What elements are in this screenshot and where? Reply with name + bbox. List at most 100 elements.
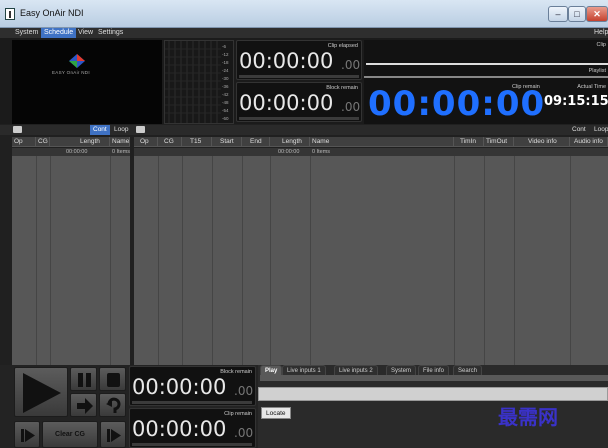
play-icon [23,373,61,413]
skip-next-icon [107,429,121,442]
col-op: Op [134,137,158,147]
bottom-block-remain-timer: Block remain 00:00:00 .00 [129,366,256,406]
right-cont-toggle[interactable]: Cont [572,125,586,135]
row-name: 0 Items [312,149,331,155]
col-t15: T15 [182,137,212,147]
vu-scale-label: -24 [222,68,229,73]
col-length: Length [270,137,310,147]
arrow-right-icon [77,398,93,414]
tab-file-info[interactable]: File info [418,365,450,375]
row-length: 00:00:00 [278,149,300,155]
right-table-body[interactable] [134,156,608,365]
vu-scale-label: -30 [222,76,229,81]
clip-elapsed-timer: Clip elapsed 00:00:00 .00 [236,40,362,80]
col-timout: TimOut [484,137,514,147]
right-loop-toggle[interactable]: Loop [594,125,608,135]
title-bar: Easy OnAir NDI – □ ✕ [0,0,608,28]
folder-icon[interactable] [13,126,22,133]
playlist-progress [364,76,608,78]
bottom-block-remain-frac: .00 [234,384,254,398]
clip-remain-big-value: 00:00:00 [368,84,546,124]
app-icon [5,8,15,20]
table-row[interactable]: 00:00:00 0 Items [12,148,130,156]
block-remain-frac: .00 [341,100,361,114]
menu-view[interactable]: View [75,28,96,38]
play-input-bar[interactable] [258,387,608,401]
minimize-button[interactable]: – [548,6,568,22]
vu-scale-label: -18 [222,60,229,65]
vu-scale-label: -54 [222,108,229,113]
menu-schedule[interactable]: Schedule [41,28,77,38]
bottom-clip-remain-bar [132,443,252,446]
col-cg: CG [36,137,50,147]
reload-button[interactable] [99,393,126,417]
bottom-clip-remain-value: 00:00:00 [132,417,227,441]
step-back-button[interactable] [14,421,40,448]
playlist-label: Playlist [588,68,606,74]
bottom-block-remain-value: 00:00:00 [132,375,227,399]
skip-end-icon [21,429,35,442]
left-cont-toggle[interactable]: Cont [90,125,110,135]
vu-scale-label: -6 [222,44,227,49]
left-playlist: Op CG Length Name 00:00:00 0 Items [12,137,130,365]
window-title: Easy OnAir NDI [20,8,84,18]
menu-settings[interactable]: Settings [95,28,126,38]
vu-scale-label: -48 [222,100,229,105]
maximize-button[interactable]: □ [568,6,586,22]
menu-help[interactable]: Help [591,28,608,38]
locate-button[interactable]: Locate [261,407,291,419]
col-end: End [242,137,270,147]
col-start: Start [212,137,242,147]
skip-next-button[interactable] [100,421,126,448]
preview-monitor: EASY OnAir NDI [12,40,162,124]
vu-scale-label: -42 [222,92,229,97]
left-table-body[interactable] [12,156,130,365]
clip-label: Clip [596,42,606,48]
right-playlist: Op CG T15 Start End Length Name TimIn Ti… [134,137,608,365]
col-name: Name [112,137,130,147]
logo-icon [69,54,85,68]
pause-button[interactable] [70,367,97,391]
col-length: Length [50,137,110,147]
col-audio-info: Audio info [570,137,608,147]
play-button[interactable] [14,367,68,417]
actual-time-label: Actual Time [577,84,606,90]
vu-scale-label: -36 [222,84,229,89]
block-remain-timer: Block remain 00:00:00 .00 [236,82,362,122]
next-button[interactable] [70,393,97,417]
menu-system[interactable]: System [12,28,41,38]
block-remain-bar [239,117,359,120]
vu-scale-label: -12 [222,52,229,57]
block-remain-value: 00:00:00 [239,91,334,115]
stop-button[interactable] [99,367,126,391]
col-video-info: Video info [514,137,570,147]
tab-live-inputs-2[interactable]: Live inputs 2 [334,365,378,375]
tab-system[interactable]: System [386,365,417,375]
status-area: Clip Playlist Clip remain 00:00:00 Actua… [364,40,608,124]
clear-cg-button[interactable]: Clear CG [42,421,98,448]
tab-play[interactable]: Play [260,365,283,375]
reload-icon [106,397,121,413]
row-length: 00:00:00 [66,149,88,155]
bottom-clip-remain-frac: .00 [234,426,254,440]
col-timin: TimIn [454,137,484,147]
bottom-clip-remain-timer: Clip remain 00:00:00 .00 [129,408,256,448]
vu-meter: -6 -12 -18 -24 -30 -36 -42 -48 -54 -60 [164,40,234,124]
tab-search[interactable]: Search [453,365,483,375]
col-op: Op [12,137,36,147]
row-name: 0 Items [112,149,131,155]
close-button[interactable]: ✕ [586,6,608,22]
vu-scale: -6 -12 -18 -24 -30 -36 -42 -48 -54 -60 [222,43,234,123]
tab-live-inputs-1[interactable]: Live inputs 1 [282,365,326,375]
col-cg: CG [158,137,182,147]
pause-icon [78,373,91,387]
col-name: Name [310,137,454,147]
left-loop-toggle[interactable]: Loop [114,125,128,135]
logo-text: EASY OnAir NDI [52,70,90,75]
table-row[interactable]: 00:00:00 0 Items [134,148,608,156]
stop-icon [107,373,120,387]
right-table-header: Op CG T15 Start End Length Name TimIn Ti… [134,137,608,147]
folder-icon[interactable] [136,126,145,133]
vu-scale-label: -60 [222,116,229,121]
menu-bar: System Schedule View Settings Help [0,28,608,38]
